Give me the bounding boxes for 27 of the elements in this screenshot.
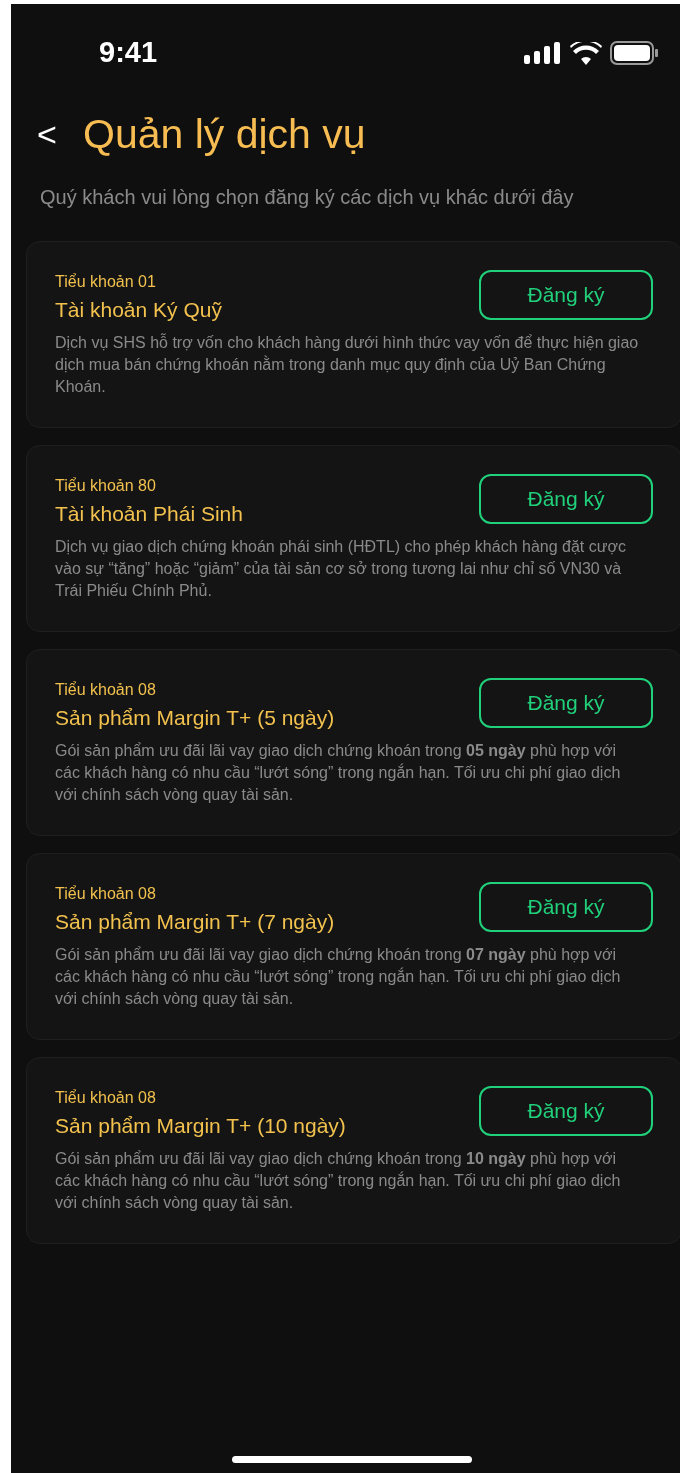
service-description: Dịch vụ SHS hỗ trợ vốn cho khách hàng dưới hình thức vay vốn để thực hiện giao dịch mua bán chứng khoán nằm trong danh mục quy định của Uỷ Ban Chứng Khoán. (55, 332, 640, 397)
service-description: Gói sản phẩm ưu đãi lãi vay giao dịch chứng khoán trong 05 ngày phù hợp với các khách hàng có nhu cầu “lướt sóng” trong ngắn hạn. Tối ưu chi phí giao dịch với chính sách vòng quay tài sản. (55, 741, 622, 805)
service-name: Sản phẩm Margin T+ (7 ngày) (55, 909, 335, 935)
service-name: Tài khoản Ký Quỹ (55, 297, 222, 323)
register-button[interactable]: Đăng ký (479, 678, 653, 728)
register-button[interactable]: Đăng ký (479, 474, 653, 524)
wifi-icon (570, 41, 602, 65)
account-label: Tiểu khoản 08 (55, 884, 157, 904)
service-description: Gói sản phẩm ưu đãi lãi vay giao dịch chứng khoán trong 07 ngày phù hợp với các khách hàng có nhu cầu “lướt sóng” trong ngắn hạn. Tối ưu chi phí giao dịch với chính sách vòng quay tài sản. (55, 945, 622, 1009)
account-label: Tiểu khoản 80 (55, 476, 157, 496)
account-label: Tiểu khoản 08 (55, 680, 157, 700)
service-name: Sản phẩm Margin T+ (5 ngày) (55, 705, 335, 731)
service-name: Sản phẩm Margin T+ (10 ngày) (55, 1113, 346, 1139)
account-label: Tiểu khoản 01 (55, 272, 157, 292)
register-button[interactable]: Đăng ký (479, 270, 653, 320)
service-description: Dịch vụ giao dịch chứng khoán phái sinh (HĐTL) cho phép khách hàng đặt cược vào sự “tăng” hoặc “giảm” của tài sản cơ sở trong tương lai như chỉ số VN30 và Trái Phiếu Chính Phủ. (55, 537, 627, 601)
signal-icon (524, 42, 562, 64)
battery-icon (610, 41, 658, 65)
account-label: Tiểu khoản 08 (55, 1088, 157, 1108)
back-button[interactable]: < (35, 117, 59, 151)
page-title: Quản lý dịch vụ (83, 113, 366, 155)
status-time: 9:41 (99, 35, 158, 71)
page-subtitle: Quý khách vui lòng chọn đăng ký các dịch vụ khác dưới đây (39, 185, 575, 210)
register-button[interactable]: Đăng ký (479, 1086, 653, 1136)
service-description: Gói sản phẩm ưu đãi lãi vay giao dịch chứng khoán trong 10 ngày phù hợp với các khách hàng có nhu cầu “lướt sóng” trong ngắn hạn. Tối ưu chi phí giao dịch với chính sách vòng quay tài sản. (55, 1149, 622, 1213)
register-button[interactable]: Đăng ký (479, 882, 653, 932)
service-name: Tài khoản Phái Sinh (55, 501, 243, 527)
